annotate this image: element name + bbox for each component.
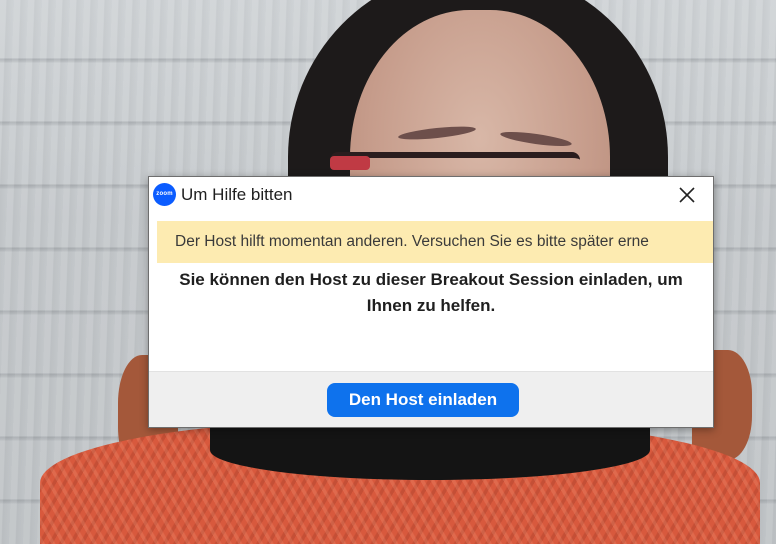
dialog-footer: Den Host einladen — [149, 371, 713, 427]
turtleneck — [210, 420, 650, 480]
dialog-title: Um Hilfe bitten — [181, 185, 293, 204]
host-busy-banner: Der Host hilft momentan anderen. Versuch… — [157, 221, 713, 263]
ask-for-help-dialog: zoom Um Hilfe bitten Der Host hilft mome… — [148, 176, 714, 428]
glasses-accent — [330, 156, 370, 170]
dialog-message: Sie können den Host zu dieser Breakout S… — [149, 267, 713, 319]
message-line-1: Sie können den Host zu dieser Breakout S… — [179, 270, 683, 289]
dialog-titlebar: zoom Um Hilfe bitten — [149, 177, 713, 213]
invite-host-button[interactable]: Den Host einladen — [327, 383, 519, 417]
close-icon — [679, 187, 695, 203]
message-line-2: Ihnen zu helfen. — [366, 296, 496, 315]
close-button[interactable] — [671, 181, 703, 209]
banner-text: Der Host hilft momentan anderen. Versuch… — [175, 233, 649, 250]
zoom-logo-icon: zoom — [153, 183, 176, 206]
